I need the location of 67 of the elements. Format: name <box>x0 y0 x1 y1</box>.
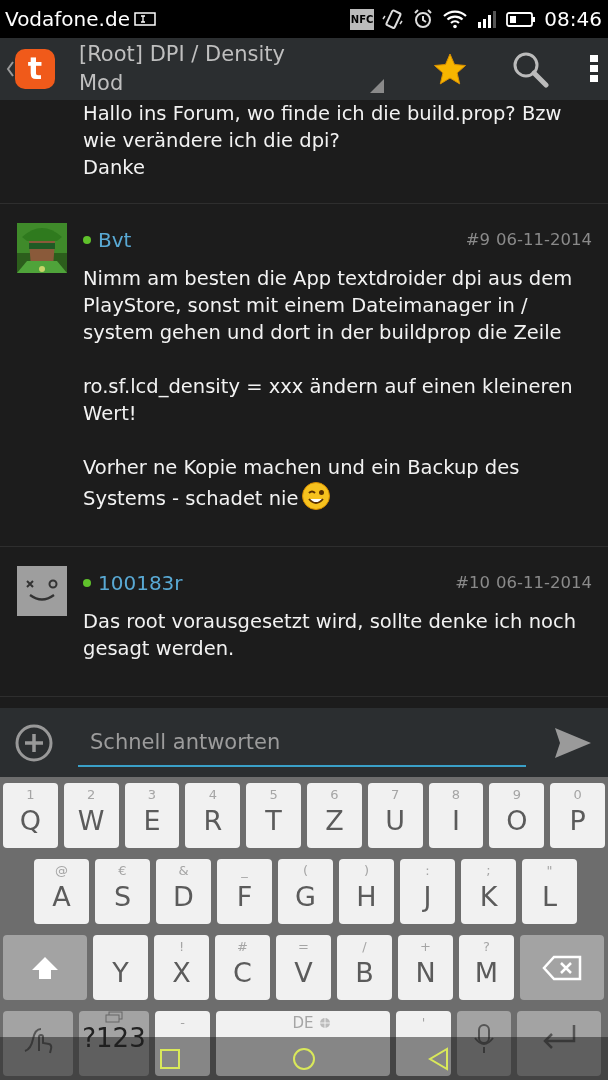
post-number: #10 <box>455 571 491 594</box>
keyboard-key[interactable]: 2 W <box>63 783 119 848</box>
sim-card-icon <box>133 11 156 27</box>
keyboard-key[interactable]: & D <box>156 859 211 924</box>
keyboard-key[interactable]: 0 P <box>550 783 605 848</box>
keyboard-key[interactable]: 7 U <box>367 783 423 848</box>
keyboard-key[interactable]: ! X <box>154 935 209 1000</box>
keyboard-key[interactable]: @ A <box>34 859 89 924</box>
keyboard-key[interactable]: ; K <box>461 859 516 924</box>
backspace-key[interactable] <box>520 935 604 1000</box>
keyboard-switch-icon <box>105 1011 123 1023</box>
enter-key[interactable] <box>517 1011 601 1076</box>
keyboard-key[interactable]: # C <box>215 935 270 1000</box>
post-text: Hallo ins Forum, wo finde ich die build.prop? Bzw wie verändere ich die dpi? Danke <box>83 101 563 181</box>
microphone-key[interactable] <box>457 1011 511 1076</box>
back-nav-icon[interactable] <box>426 1046 450 1071</box>
post-text: Das root vorausgesetzt wird, sollte denke ich noch gesagt werden. <box>83 609 577 662</box>
post-text: Nimm am besten die App textdroider dpi aus dem PlayStore, sonst mit einem Dateimanager in / system gehen und dort in der buildprop die Zeile <box>83 266 574 346</box>
post-date: 06-11-2014 <box>496 228 592 251</box>
post-number: #9 <box>465 228 491 251</box>
keyboard-key[interactable]: / B <box>337 935 392 1000</box>
keyboard-key[interactable]: ) H <box>339 859 394 924</box>
app-logo[interactable]: t <box>15 49 55 89</box>
keyboard-key[interactable]: = V <box>276 935 331 1000</box>
thread-title: [Root] DPI / Density Mod <box>79 41 286 97</box>
keyboard-key[interactable]: + N <box>398 935 453 1000</box>
signal-icon <box>476 8 499 30</box>
backspace-icon <box>542 953 582 982</box>
keyboard-key[interactable]: 6 Z <box>307 783 362 848</box>
keyboard-key[interactable]: _ F <box>217 859 272 924</box>
post-text: Vorher ne Kopie machen und ein Backup des Systems - schadet nie <box>83 455 521 512</box>
home-icon[interactable] <box>292 1046 316 1071</box>
nfc-icon: NFC <box>349 8 375 30</box>
vibrate-icon <box>382 8 405 30</box>
reply-bar[interactable]: Schnell antworten <box>0 708 608 777</box>
author-name[interactable]: Bvt <box>98 225 132 255</box>
carrier-name: Vodafone.de <box>5 6 130 33</box>
reply-field[interactable]: Schnell antworten <box>78 718 526 767</box>
keyboard-key[interactable]: Y <box>93 935 148 1000</box>
gesture-typing-key[interactable] <box>3 1011 73 1076</box>
keyboard-key[interactable]: : J <box>400 859 455 924</box>
wink-smiley-icon <box>300 481 331 511</box>
keyboard-key[interactable]: ? M <box>459 935 514 1000</box>
keyboard-key[interactable]: ( G <box>278 859 333 924</box>
keyboard-key[interactable]: 5 T <box>246 783 301 848</box>
star-icon[interactable] <box>432 52 468 86</box>
send-icon[interactable] <box>554 725 592 760</box>
dropdown-icon[interactable] <box>369 78 385 94</box>
wifi-icon <box>442 8 469 30</box>
overflow-menu-icon[interactable] <box>589 54 599 84</box>
keyboard-key[interactable]: 4 R <box>185 783 241 848</box>
keyboard-key[interactable]: € S <box>95 859 150 924</box>
clock: 08:46 <box>544 6 602 33</box>
shift-key[interactable] <box>3 935 87 1000</box>
back-icon[interactable] <box>6 61 14 77</box>
keyboard-key[interactable]: " L <box>522 859 577 924</box>
keyboard-key[interactable]: 1 Q <box>3 783 58 848</box>
post-text: ro.sf.lcd_density = xxx ändern auf einen kleineren Wert! <box>83 374 574 427</box>
author-name[interactable]: 100183r <box>98 568 183 598</box>
recent-apps-icon[interactable] <box>158 1046 182 1071</box>
post-date: 06-11-2014 <box>496 571 592 594</box>
keyboard-key[interactable]: 8 I <box>428 783 484 848</box>
search-icon[interactable] <box>511 50 549 88</box>
keyboard-key[interactable]: 9 O <box>489 783 545 848</box>
globe-icon <box>319 1017 331 1029</box>
keyboard-key[interactable]: 3 E <box>124 783 180 848</box>
add-icon[interactable] <box>14 722 54 763</box>
